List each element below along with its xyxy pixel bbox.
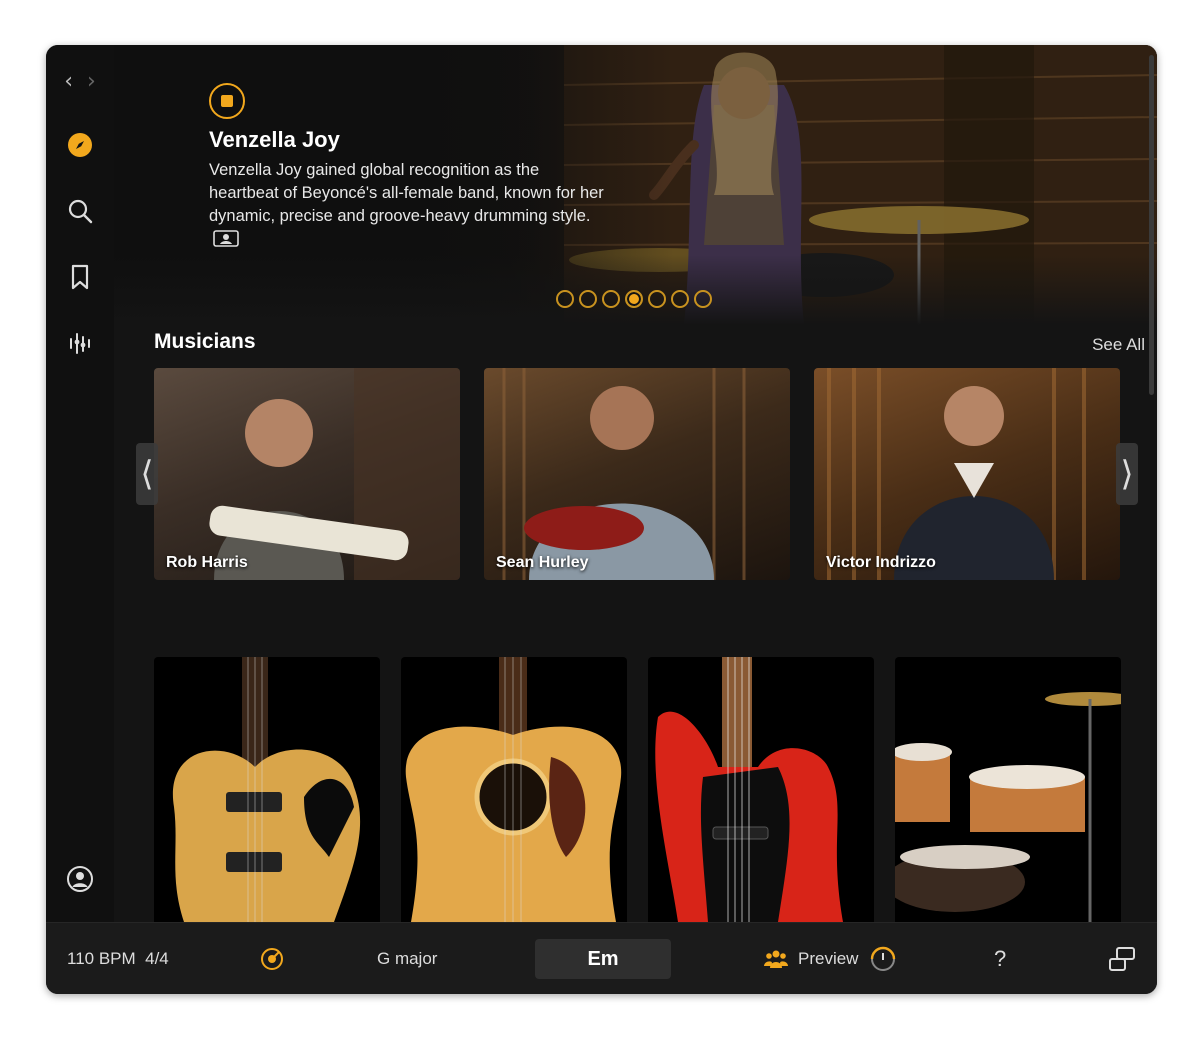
pager-dot[interactable] [648, 290, 666, 308]
app-window: ‹ › Venzella Joy Venzella Joy gained glo… [46, 45, 1157, 994]
main-content: Venzella Joy Venzella Joy gained global … [114, 45, 1157, 922]
preview-label: Preview [798, 949, 859, 968]
musicians-title: Musicians [154, 330, 256, 353]
forward-icon[interactable]: › [87, 69, 96, 94]
scrollbar[interactable] [1149, 55, 1154, 395]
history-nav: ‹ › [46, 69, 114, 94]
chevron-left-icon: ⟨ [140, 454, 154, 494]
stop-button[interactable] [209, 83, 245, 119]
musician-card[interactable]: Sean Hurley [484, 368, 790, 580]
instrument-card-drum-kit[interactable] [895, 657, 1121, 922]
carousel-next-button[interactable]: ⟩ [1116, 443, 1138, 505]
compass-icon [68, 133, 92, 157]
pager-dot[interactable] [602, 290, 620, 308]
stop-icon [221, 95, 233, 107]
back-icon[interactable]: ‹ [64, 69, 73, 94]
pager-dot[interactable] [671, 290, 689, 308]
instrument-card-acoustic-guitar[interactable] [401, 657, 627, 922]
chord-display[interactable]: Em [535, 939, 671, 979]
metronome-button[interactable] [260, 923, 284, 994]
carousel-prev-button[interactable]: ⟨ [136, 443, 158, 505]
musician-card[interactable]: Victor Indrizzo [814, 368, 1120, 580]
mixer-icon [70, 333, 90, 354]
sidebar-item-discover[interactable] [46, 131, 114, 159]
preview-button[interactable]: Preview [764, 923, 896, 994]
instrument-card-bass-guitar[interactable] [648, 657, 874, 922]
bass-guitar-image [655, 657, 843, 922]
sidebar-item-account[interactable] [46, 865, 114, 893]
tempo-display[interactable]: 110 BPM 4/4 [67, 923, 169, 994]
hero-description-text: Venzella Joy gained global recognition a… [209, 161, 604, 225]
musician-name: Victor Indrizzo [826, 554, 936, 571]
metronome-icon [261, 948, 283, 970]
hero-pager [556, 290, 712, 308]
featured-hero: Venzella Joy Venzella Joy gained global … [114, 45, 1157, 325]
song-key[interactable]: G major [377, 923, 437, 994]
pager-dot[interactable] [579, 290, 597, 308]
account-icon [67, 866, 93, 892]
tempo-value: 110 BPM [67, 949, 136, 968]
acoustic-guitar-image [405, 657, 622, 922]
musician-card[interactable]: Rob Harris [154, 368, 460, 580]
electric-jazz-guitar-image [172, 657, 361, 922]
video-icon[interactable] [213, 230, 239, 247]
group-icon [764, 950, 788, 968]
musician-photo [209, 368, 460, 580]
sidebar-item-bookmarks[interactable] [46, 263, 114, 291]
pager-dot-active[interactable] [625, 290, 643, 308]
chevron-right-icon: ⟩ [1120, 454, 1134, 494]
help-button[interactable]: ? [994, 923, 1006, 994]
hero-description: Venzella Joy gained global recognition a… [209, 159, 609, 251]
instrument-card-electric-jazz-guitar[interactable] [154, 657, 380, 922]
time-signature: 4/4 [145, 949, 169, 968]
bottom-toolbar: 110 BPM 4/4 G major Em Preview ? [46, 922, 1157, 994]
musician-photo [502, 368, 746, 580]
bookmark-icon [71, 264, 89, 290]
layout-toggle-button[interactable] [1108, 923, 1136, 994]
sidebar-item-search[interactable] [46, 197, 114, 225]
timer-icon [871, 946, 896, 971]
drum-kit-image [895, 692, 1121, 922]
layout-icon [1109, 947, 1135, 971]
sidebar: ‹ › [46, 45, 114, 922]
musician-photo [827, 368, 1086, 580]
search-icon [68, 199, 93, 224]
hero-title: Venzella Joy [209, 127, 340, 152]
pager-dot[interactable] [694, 290, 712, 308]
see-all-link[interactable]: See All [1092, 335, 1145, 355]
sidebar-item-mixer[interactable] [46, 329, 114, 357]
musician-name: Sean Hurley [496, 554, 589, 571]
pager-dot[interactable] [556, 290, 574, 308]
musician-name: Rob Harris [166, 554, 248, 571]
